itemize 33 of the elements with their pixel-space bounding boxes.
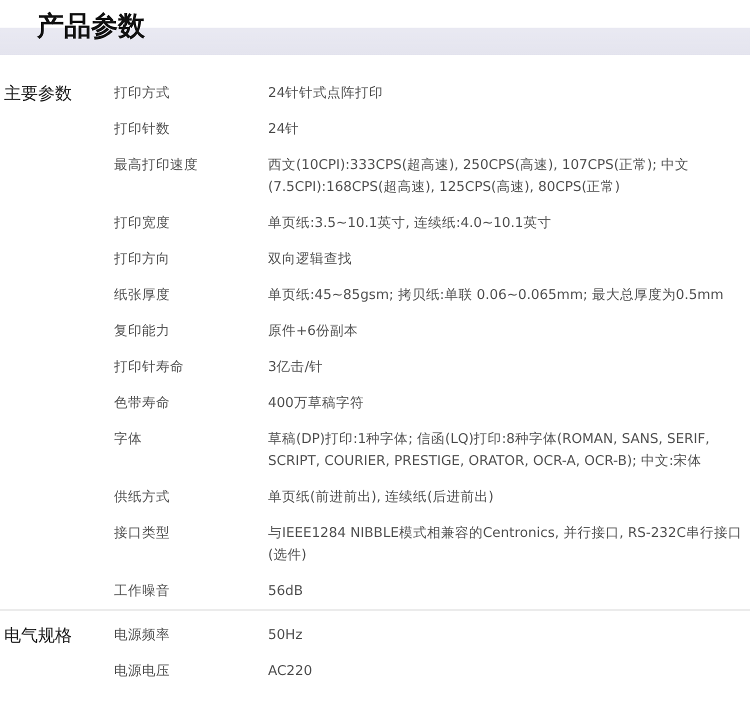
spec-label: 电源电压 <box>114 663 170 679</box>
spec-value: 西文(10CPI):333CPS(超高速), 250CPS(高速), 107CPS(正常); 中文(7.5CPI):168CPS(超高速), 125CPS(高速), 80CPS(正常) <box>268 157 690 195</box>
spec-value: AC220 <box>268 663 312 679</box>
spec-value: 56dB <box>268 583 304 599</box>
spec-label: 最高打印速度 <box>114 157 198 173</box>
spec-label: 工作噪音 <box>114 583 170 599</box>
spec-label: 接口类型 <box>114 525 170 541</box>
spec-value: 原件+6份副本 <box>268 323 358 339</box>
spec-label: 供纸方式 <box>114 489 170 505</box>
spec-label: 打印针数 <box>114 121 170 137</box>
spec-label: 打印方向 <box>114 251 170 267</box>
spec-label: 复印能力 <box>114 323 170 339</box>
spec-label: 纸张厚度 <box>114 287 170 303</box>
spec-value: 单页纸:45~85gsm; 拷贝纸:单联 0.06~0.065mm; 最大总厚度为0.5mm <box>268 287 724 303</box>
section-heading: 电气规格 <box>4 626 72 646</box>
spec-value: 400万草稿字符 <box>268 395 364 411</box>
spec-label: 打印宽度 <box>114 215 170 231</box>
spec-value: 24针针式点阵打印 <box>268 85 384 101</box>
spec-label: 打印方式 <box>114 85 170 101</box>
spec-value: 单页纸:3.5~10.1英寸, 连续纸:4.0~10.1英寸 <box>268 215 552 231</box>
page-title: 产品参数 <box>37 10 145 44</box>
spec-value: 24针 <box>268 121 300 137</box>
spec-value: 草稿(DP)打印:1种字体; 信函(LQ)打印:8种字体(ROMAN, SANS, SERIF, SCRIPT, COURIER, PRESTIGE, ORATOR, OCR-A, OCR-B); 中文:宋体 <box>268 431 710 469</box>
spec-value: 50Hz <box>268 627 302 643</box>
spec-value: 3亿击/针 <box>268 359 324 375</box>
spec-value: 单页纸(前进前出), 连续纸(后进前出) <box>268 489 494 505</box>
spec-label: 电源频率 <box>114 627 170 643</box>
spec-value: 与IEEE1284 NIBBLE模式相兼容的Centronics, 并行接口, RS-232C串行接口(选件) <box>268 525 742 563</box>
section-heading: 主要参数 <box>4 84 72 104</box>
spec-label: 打印针寿命 <box>114 359 184 375</box>
spec-label: 色带寿命 <box>114 395 170 411</box>
spec-value: 双向逻辑查找 <box>268 251 352 267</box>
spec-label: 字体 <box>114 431 142 447</box>
